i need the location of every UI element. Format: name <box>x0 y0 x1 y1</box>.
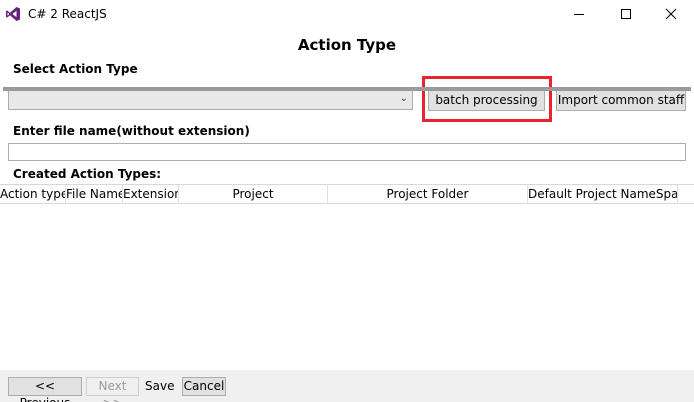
action-types-table[interactable]: Action type File Name Extension Project … <box>0 184 694 270</box>
minimize-icon[interactable] <box>556 0 602 28</box>
column-header-project-folder[interactable]: Project Folder <box>328 185 528 204</box>
page-title: Action Type <box>297 36 397 54</box>
footer-bar: << Previous Next >> Save Cancel <box>0 370 694 402</box>
visual-studio-icon <box>5 6 21 22</box>
close-icon[interactable] <box>648 0 694 28</box>
column-header-extension[interactable]: Extension <box>123 185 179 204</box>
splitter[interactable] <box>3 87 691 91</box>
maximize-icon[interactable] <box>603 0 649 28</box>
window-title: C# 2 ReactJS <box>28 7 107 21</box>
next-button: Next >> <box>86 377 139 402</box>
created-action-types-label: Created Action Types: <box>13 167 162 181</box>
highlight-box <box>422 76 552 122</box>
table-header: Action type File Name Extension Project … <box>0 184 694 204</box>
chevron-down-icon[interactable]: ⌄ <box>400 93 408 104</box>
file-name-label: Enter file name(without extension) <box>13 124 250 138</box>
select-action-type-label: Select Action Type <box>13 62 138 76</box>
column-header-default-project-namespace[interactable]: Default Project NameSpace <box>528 185 678 204</box>
column-header-file-name[interactable]: File Name <box>66 185 123 204</box>
import-common-staff-button[interactable]: Import common staff <box>556 89 686 111</box>
title-bar: C# 2 ReactJS <box>0 0 694 28</box>
action-type-dropdown[interactable]: ⌄ <box>8 89 413 110</box>
save-button[interactable]: Save <box>145 379 174 393</box>
cancel-button[interactable]: Cancel <box>182 377 226 396</box>
column-header-project[interactable]: Project <box>179 185 328 204</box>
column-header-action-type[interactable]: Action type <box>0 185 66 204</box>
previous-button[interactable]: << Previous <box>8 377 82 402</box>
file-name-input[interactable] <box>8 143 686 161</box>
